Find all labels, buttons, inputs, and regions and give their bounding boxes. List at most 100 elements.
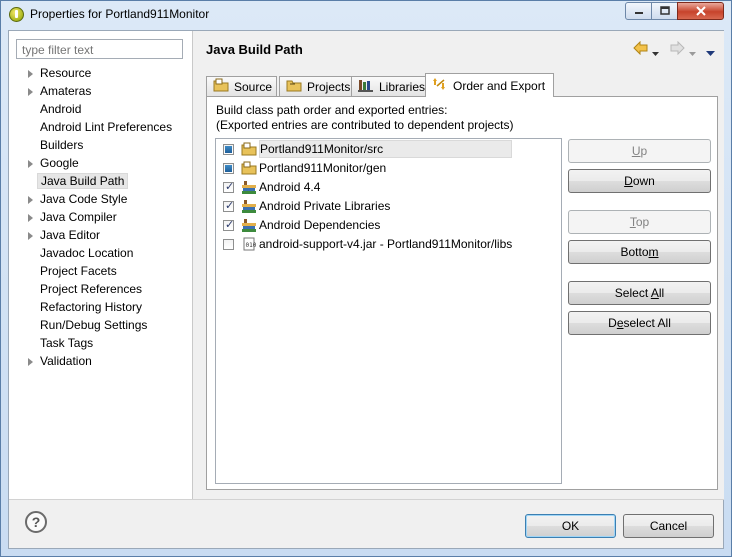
expand-arrow-icon[interactable] (28, 358, 33, 366)
libraries-icon (358, 78, 374, 95)
export-checkbox[interactable] (223, 144, 234, 155)
back-arrow-icon[interactable] (633, 40, 649, 58)
top-button[interactable]: Top (568, 210, 711, 234)
help-icon[interactable]: ? (25, 511, 47, 533)
up-button[interactable]: Up (568, 139, 711, 163)
description-line-2: (Exported entries are contributed to dep… (216, 118, 514, 132)
tree-item[interactable]: Project Facets (9, 263, 192, 281)
page-navigation (623, 40, 718, 60)
deselect-all-button[interactable]: Deselect All (568, 311, 711, 335)
list-item[interactable]: Portland911Monitor/src (216, 140, 561, 159)
title-bar[interactable]: Properties for Portland911Monitor (1, 1, 731, 29)
order-export-icon (432, 77, 448, 94)
entry-label: Portland911Monitor/src (259, 140, 513, 158)
properties-dialog: Properties for Portland911Monitor Resour… (0, 0, 732, 557)
select-all-button-label: Select All (614, 286, 665, 300)
expand-arrow-icon[interactable] (28, 88, 33, 96)
tree-item[interactable]: Javadoc Location (9, 245, 192, 263)
down-button[interactable]: Down (568, 169, 711, 193)
view-menu-icon[interactable] (706, 46, 716, 60)
tree-item[interactable]: Builders (9, 137, 192, 155)
expand-arrow-icon[interactable] (28, 196, 33, 204)
tree-item[interactable]: Resource (9, 65, 192, 83)
forward-arrow-icon (669, 40, 685, 58)
tree-item-label: Javadoc Location (40, 246, 134, 260)
list-item[interactable]: Android Private Libraries (216, 197, 561, 216)
export-checkbox[interactable] (223, 163, 234, 174)
tree-item[interactable]: Amateras (9, 83, 192, 101)
tree-item[interactable]: Android Lint Preferences (9, 119, 192, 137)
tree-item[interactable]: Java Compiler (9, 209, 192, 227)
tab-libraries[interactable]: Libraries (351, 76, 427, 96)
tab-order-and-export[interactable]: Order and Export (425, 73, 554, 97)
tree-item[interactable]: Android (9, 101, 192, 119)
ok-button-label: OK (561, 519, 580, 533)
expand-arrow-icon[interactable] (28, 160, 33, 168)
cancel-button-label: Cancel (649, 519, 688, 533)
export-checkbox[interactable] (223, 180, 234, 193)
source-folder-icon (241, 161, 257, 175)
back-dropdown-icon[interactable] (652, 46, 660, 60)
export-checkbox[interactable] (223, 199, 234, 212)
jar-icon: 010 (241, 237, 257, 251)
entry-label: Portland911Monitor/gen (259, 161, 387, 175)
tree-item[interactable]: Run/Debug Settings (9, 317, 192, 335)
expand-arrow-icon[interactable] (28, 70, 33, 78)
tab-projects[interactable]: Projects (279, 76, 354, 96)
bottom-button[interactable]: Bottom (568, 240, 711, 264)
tree-item[interactable]: Refactoring History (9, 299, 192, 317)
panel-description: Build class path order and exported entr… (216, 103, 514, 133)
tree-item-label: Amateras (40, 84, 92, 98)
list-item[interactable]: Portland911Monitor/gen (216, 159, 561, 178)
deselect-all-button-label: Deselect All (608, 316, 671, 330)
tree-item-label: Java Code Style (40, 192, 128, 206)
tree-item[interactable]: Java Editor (9, 227, 192, 245)
tab-source[interactable]: Source (206, 76, 277, 96)
tab-label: Projects (307, 79, 351, 94)
tree-item[interactable]: Java Build Path (9, 173, 192, 191)
tree-item-label: Java Build Path (37, 173, 129, 189)
build-path-tabs: Source Projects Libraries Order and Export (206, 73, 718, 97)
help-glyph: ? (31, 514, 41, 530)
tree-item[interactable]: Google (9, 155, 192, 173)
filter-input[interactable] (16, 39, 183, 59)
close-button[interactable] (677, 2, 724, 20)
source-folder-icon (241, 142, 257, 156)
tree-item-label: Project References (40, 282, 143, 296)
tab-label: Libraries (379, 79, 426, 94)
ok-button[interactable]: OK (525, 514, 616, 538)
list-item[interactable]: Android Dependencies (216, 216, 561, 235)
export-checkbox[interactable] (223, 218, 234, 231)
tree-item[interactable]: Validation (9, 353, 192, 371)
eclipse-app-icon (9, 7, 24, 22)
tree-item-label: Java Compiler (40, 210, 117, 224)
tree-item[interactable]: Project References (9, 281, 192, 299)
order-export-panel: Build class path order and exported entr… (206, 96, 718, 490)
expand-arrow-icon[interactable] (28, 232, 33, 240)
expand-arrow-icon[interactable] (28, 214, 33, 222)
entry-label: Android 4.4 (259, 180, 321, 194)
entry-label: Android Private Libraries (259, 199, 391, 213)
top-button-label: Top (629, 215, 650, 229)
maximize-button[interactable] (651, 2, 678, 20)
tree-item[interactable]: Task Tags (9, 335, 192, 353)
cancel-button[interactable]: Cancel (623, 514, 714, 538)
source-folder-icon (213, 78, 229, 95)
tree-item-label: Google (40, 156, 79, 170)
build-path-entries-list[interactable]: Portland911Monitor/src Portland911Monitor… (215, 138, 562, 484)
list-item[interactable]: 010 android-support-v4.jar - Portland911M… (216, 235, 561, 254)
preference-tree-pane: Resource Amateras Android Android Lint Pref… (9, 31, 193, 499)
library-icon (241, 180, 257, 194)
projects-icon (286, 78, 302, 95)
select-all-button[interactable]: Select All (568, 281, 711, 305)
export-checkbox[interactable] (223, 239, 234, 250)
svg-text:010: 010 (246, 242, 257, 249)
tree-item-label: Refactoring History (40, 300, 143, 314)
tab-label: Source (234, 79, 273, 94)
list-item[interactable]: Android 4.4 (216, 178, 561, 197)
tree-item-label: Run/Debug Settings (40, 318, 148, 332)
tab-label: Order and Export (453, 78, 546, 93)
minimize-button[interactable] (625, 2, 652, 20)
tree-item[interactable]: Java Code Style (9, 191, 192, 209)
tree-item-label: Resource (40, 66, 92, 80)
